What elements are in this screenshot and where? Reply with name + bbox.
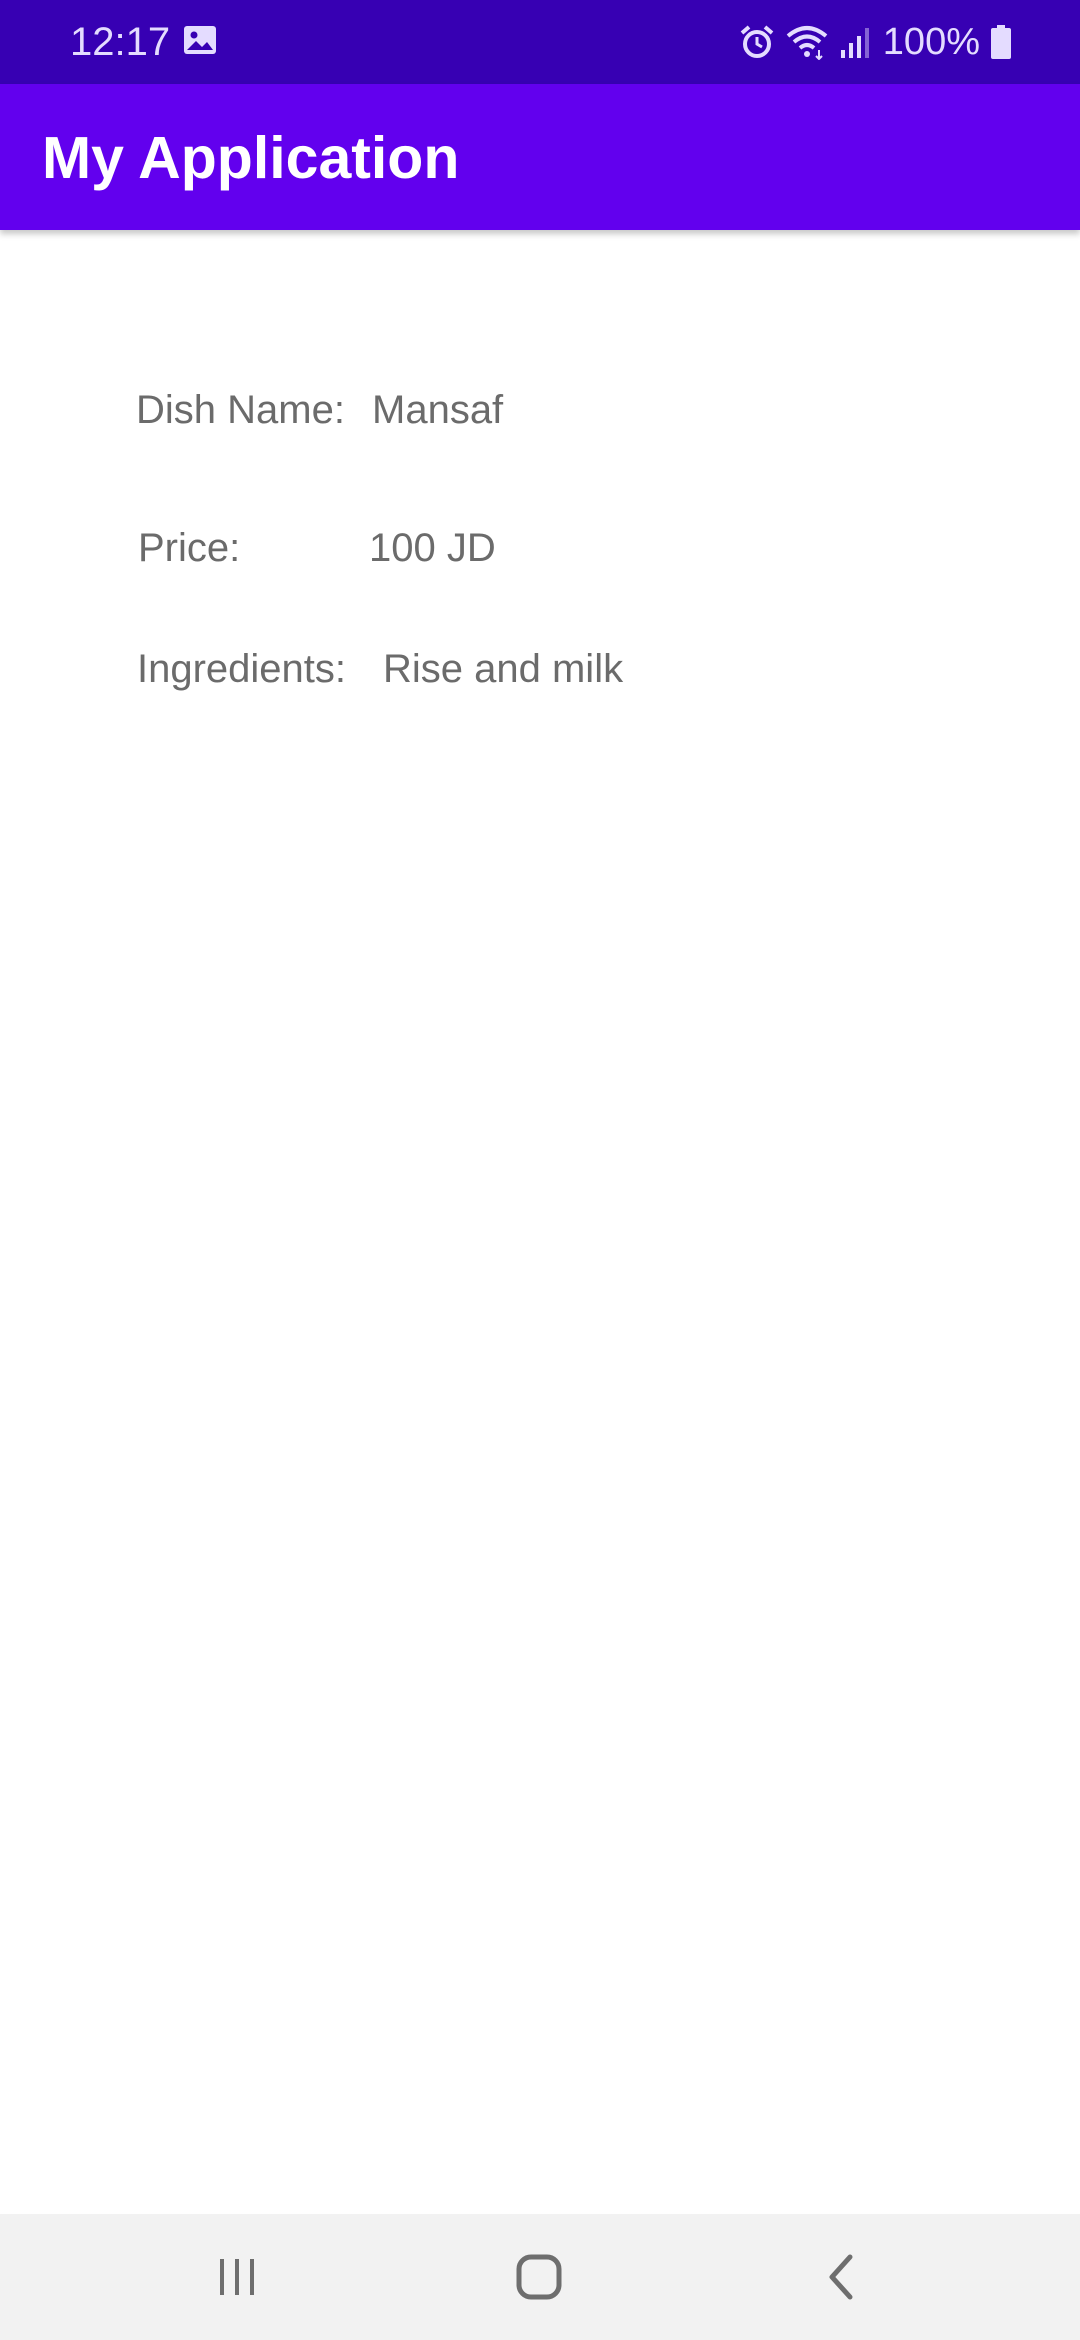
ingredients-value: Rise and milk bbox=[383, 647, 624, 691]
wifi-icon bbox=[786, 26, 828, 60]
app-title: My Application bbox=[42, 125, 460, 191]
status-time: 12:17 bbox=[70, 20, 171, 64]
home-icon bbox=[516, 2254, 562, 2300]
navigation-bar bbox=[0, 2214, 1080, 2340]
price-value: 100 JD bbox=[369, 526, 496, 570]
ingredients-label: Ingredients: bbox=[137, 647, 347, 691]
alarm-icon bbox=[740, 25, 774, 58]
battery-percentage: 100% bbox=[882, 21, 980, 63]
app-bar: My Application bbox=[0, 84, 1080, 230]
price-label: Price: bbox=[138, 526, 241, 570]
recent-apps-button[interactable] bbox=[177, 2238, 297, 2316]
home-button[interactable] bbox=[479, 2238, 599, 2316]
back-button[interactable] bbox=[782, 2238, 902, 2316]
status-icons: 100% bbox=[739, 18, 1012, 66]
recent-apps-icon bbox=[220, 2259, 254, 2295]
image-icon bbox=[184, 26, 216, 54]
dish-name-value: Mansaf bbox=[372, 388, 504, 432]
status-bar: 12:17 100% bbox=[0, 0, 1080, 84]
signal-icon bbox=[840, 28, 869, 58]
back-icon bbox=[829, 2254, 853, 2300]
dish-name-label: Dish Name: bbox=[136, 388, 345, 432]
battery-icon bbox=[991, 25, 1011, 59]
